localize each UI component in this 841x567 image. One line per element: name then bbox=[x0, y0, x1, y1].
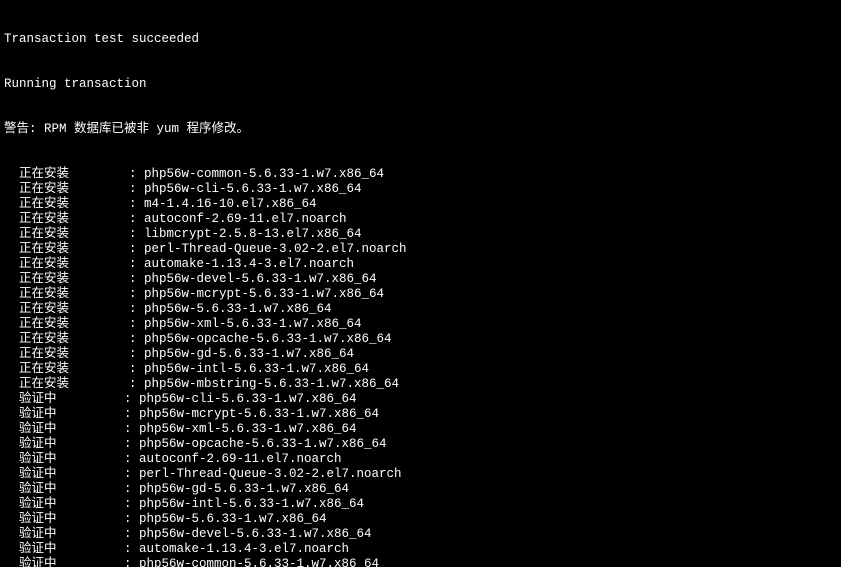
step-line: 验证中 : php56w-5.6.33-1.w7.x86_64 bbox=[4, 512, 837, 527]
step-line: 验证中 : php56w-mcrypt-5.6.33-1.w7.x86_64 bbox=[4, 407, 837, 422]
step-line: 验证中 : php56w-intl-5.6.33-1.w7.x86_64 bbox=[4, 497, 837, 512]
step-line: 正在安装 : php56w-xml-5.6.33-1.w7.x86_64 bbox=[4, 317, 837, 332]
step-line: 正在安装 : php56w-mbstring-5.6.33-1.w7.x86_6… bbox=[4, 377, 837, 392]
step-line: 验证中 : php56w-gd-5.6.33-1.w7.x86_64 bbox=[4, 482, 837, 497]
step-line: 正在安装 : automake-1.13.4-3.el7.noarch bbox=[4, 257, 837, 272]
step-line: 验证中 : autoconf-2.69-11.el7.noarch bbox=[4, 452, 837, 467]
step-line: 验证中 : php56w-xml-5.6.33-1.w7.x86_64 bbox=[4, 422, 837, 437]
header-line: 警告: RPM 数据库已被非 yum 程序修改。 bbox=[4, 122, 837, 137]
step-line: 验证中 : automake-1.13.4-3.el7.noarch bbox=[4, 542, 837, 557]
step-line: 验证中 : perl-Thread-Queue-3.02-2.el7.noarc… bbox=[4, 467, 837, 482]
terminal-output: Transaction test succeeded Running trans… bbox=[0, 0, 841, 567]
step-line: 正在安装 : m4-1.4.16-10.el7.x86_64 bbox=[4, 197, 837, 212]
step-line: 正在安装 : php56w-common-5.6.33-1.w7.x86_64 bbox=[4, 167, 837, 182]
step-line: 验证中 : php56w-cli-5.6.33-1.w7.x86_64 bbox=[4, 392, 837, 407]
step-line: 正在安装 : php56w-intl-5.6.33-1.w7.x86_64 bbox=[4, 362, 837, 377]
step-line: 正在安装 : php56w-gd-5.6.33-1.w7.x86_64 bbox=[4, 347, 837, 362]
step-line: 正在安装 : php56w-mcrypt-5.6.33-1.w7.x86_64 bbox=[4, 287, 837, 302]
step-line: 验证中 : php56w-devel-5.6.33-1.w7.x86_64 bbox=[4, 527, 837, 542]
header-line: Running transaction bbox=[4, 77, 837, 92]
step-line: 正在安装 : perl-Thread-Queue-3.02-2.el7.noar… bbox=[4, 242, 837, 257]
step-line: 正在安装 : libmcrypt-2.5.8-13.el7.x86_64 bbox=[4, 227, 837, 242]
install-steps: 正在安装 : php56w-common-5.6.33-1.w7.x86_64 … bbox=[4, 167, 837, 567]
step-line: 正在安装 : php56w-cli-5.6.33-1.w7.x86_64 bbox=[4, 182, 837, 197]
step-line: 正在安装 : php56w-devel-5.6.33-1.w7.x86_64 bbox=[4, 272, 837, 287]
step-line: 正在安装 : php56w-5.6.33-1.w7.x86_64 bbox=[4, 302, 837, 317]
step-line: 正在安装 : php56w-opcache-5.6.33-1.w7.x86_64 bbox=[4, 332, 837, 347]
step-line: 验证中 : php56w-opcache-5.6.33-1.w7.x86_64 bbox=[4, 437, 837, 452]
step-line: 正在安装 : autoconf-2.69-11.el7.noarch bbox=[4, 212, 837, 227]
header-line: Transaction test succeeded bbox=[4, 32, 837, 47]
step-line: 验证中 : php56w-common-5.6.33-1.w7.x86_64 bbox=[4, 557, 837, 567]
